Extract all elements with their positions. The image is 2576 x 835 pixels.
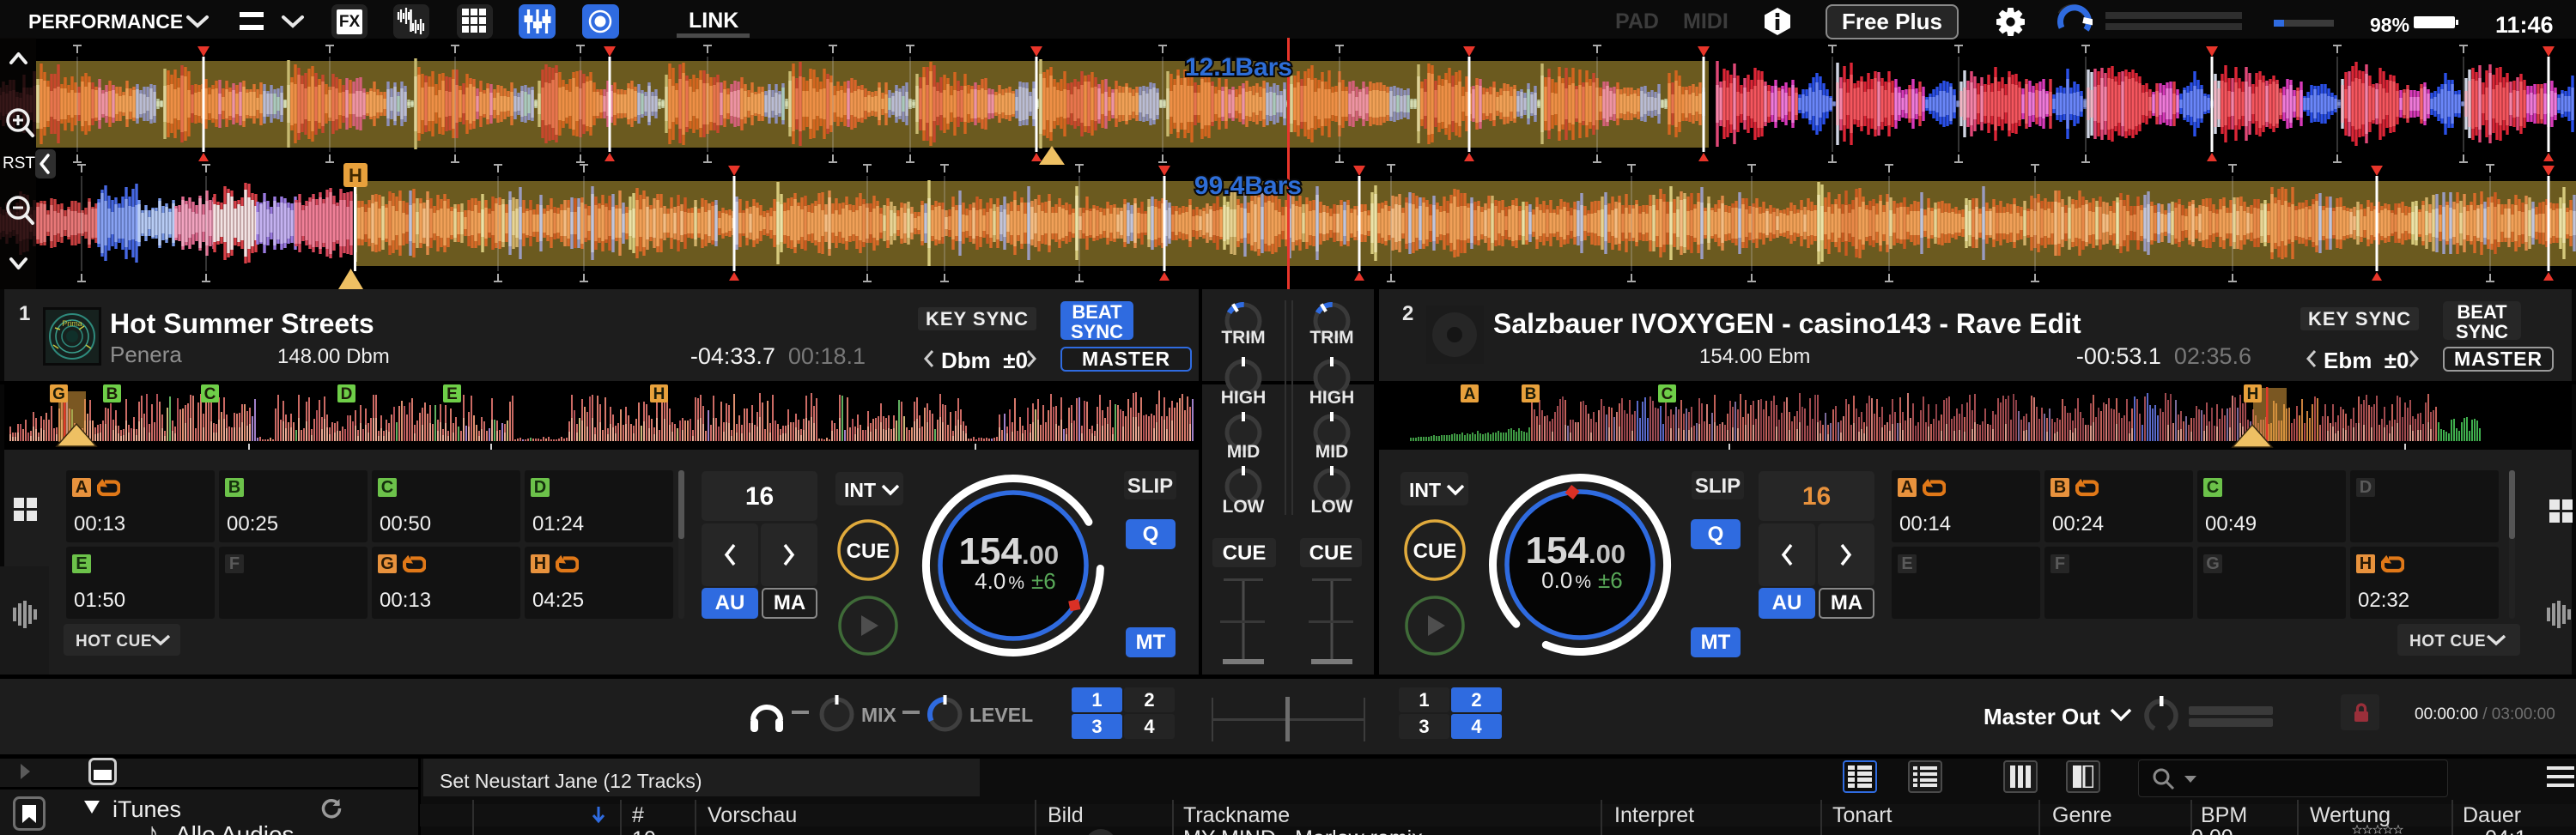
svg-text:Prima: Prima [62, 319, 82, 328]
svg-text:CUE: CUE [847, 540, 890, 563]
svg-text:H: H [2247, 385, 2259, 403]
svg-text:LOW: LOW [1311, 497, 1353, 517]
svg-text:CUE: CUE [1413, 540, 1457, 563]
svg-text:C: C [204, 385, 216, 403]
svg-text:99.4Bars: 99.4Bars [1194, 172, 1302, 200]
svg-text:TRIM: TRIM [1221, 328, 1265, 348]
svg-text:A: A [1464, 385, 1476, 403]
svg-text:H: H [349, 165, 362, 186]
svg-text:12.1Bars: 12.1Bars [1185, 53, 1292, 82]
svg-text:G: G [52, 385, 65, 403]
svg-text:D: D [341, 385, 353, 403]
svg-text:C: C [1662, 385, 1674, 403]
svg-text:.00: .00 [1022, 540, 1059, 570]
svg-text:154: 154 [1526, 529, 1589, 572]
svg-text:154: 154 [959, 530, 1023, 572]
svg-text:B: B [1525, 385, 1537, 403]
svg-text:B: B [106, 385, 118, 403]
svg-text:LOW: LOW [1223, 497, 1265, 517]
svg-text:CUE: CUE [1223, 542, 1267, 565]
svg-text:H: H [653, 385, 665, 403]
svg-text:CUE: CUE [1309, 542, 1353, 565]
svg-text:±6: ±6 [1031, 568, 1056, 594]
svg-text:TRIM: TRIM [1309, 328, 1353, 348]
svg-text:±6: ±6 [1598, 567, 1623, 593]
svg-text:.00: .00 [1589, 539, 1625, 569]
svg-text:E: E [447, 385, 458, 403]
svg-text:RST: RST [3, 154, 35, 172]
